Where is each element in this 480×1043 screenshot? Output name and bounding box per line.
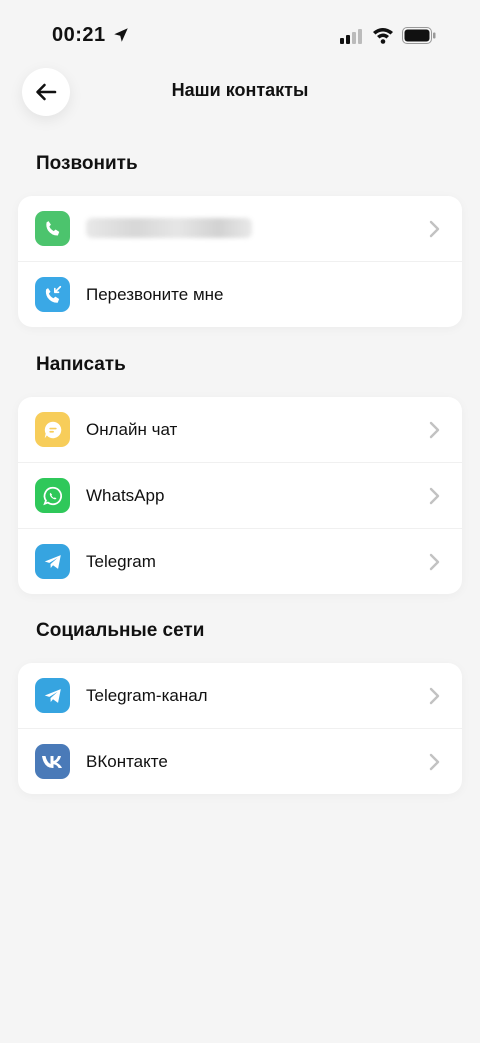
chevron-right-icon bbox=[429, 421, 440, 438]
vk-icon bbox=[35, 744, 70, 779]
online-chat-label: Онлайн чат bbox=[86, 419, 178, 439]
status-time: 00:21 bbox=[52, 24, 106, 46]
location-arrow-icon bbox=[114, 28, 128, 42]
telegram-label: Telegram bbox=[86, 551, 156, 571]
phone-number-hidden bbox=[86, 218, 252, 238]
section-title-call: Позвонить bbox=[36, 153, 138, 174]
section-title-write: Написать bbox=[36, 354, 126, 375]
vk-label: ВКонтакте bbox=[86, 751, 168, 771]
social-card: Telegram-канал ВКонтакте bbox=[18, 663, 462, 794]
whatsapp-row[interactable]: WhatsApp bbox=[18, 462, 462, 528]
battery-icon bbox=[402, 27, 436, 44]
page-title: Наши контакты bbox=[171, 80, 309, 100]
chevron-right-icon bbox=[429, 753, 440, 770]
telegram-channel-label: Telegram-канал bbox=[86, 685, 208, 705]
chevron-right-icon bbox=[429, 687, 440, 704]
telegram-row[interactable]: Telegram bbox=[18, 528, 462, 594]
whatsapp-icon bbox=[35, 478, 70, 513]
online-chat-row[interactable]: Онлайн чат bbox=[18, 397, 462, 462]
call-card: Перезвоните мне bbox=[18, 196, 462, 327]
wifi-icon bbox=[373, 28, 393, 44]
callback-label: Перезвоните мне bbox=[86, 284, 224, 304]
telegram-icon bbox=[35, 678, 70, 713]
whatsapp-label: WhatsApp bbox=[86, 485, 165, 505]
section-title-social: Социальные сети bbox=[36, 620, 205, 641]
status-bar: 00:21 bbox=[0, 0, 480, 70]
cellular-signal-icon bbox=[340, 29, 362, 44]
telegram-channel-row[interactable]: Telegram-канал bbox=[18, 663, 462, 728]
chat-icon bbox=[35, 412, 70, 447]
callback-row[interactable]: Перезвоните мне bbox=[18, 261, 462, 327]
chevron-right-icon bbox=[429, 220, 440, 237]
telegram-icon bbox=[35, 544, 70, 579]
write-card: Онлайн чат WhatsApp Telegram bbox=[18, 397, 462, 594]
vk-row[interactable]: ВКонтакте bbox=[18, 728, 462, 794]
phone-icon bbox=[35, 211, 70, 246]
chevron-right-icon bbox=[429, 553, 440, 570]
chevron-right-icon bbox=[429, 487, 440, 504]
callback-icon bbox=[35, 277, 70, 312]
phone-number-row[interactable] bbox=[18, 196, 462, 261]
